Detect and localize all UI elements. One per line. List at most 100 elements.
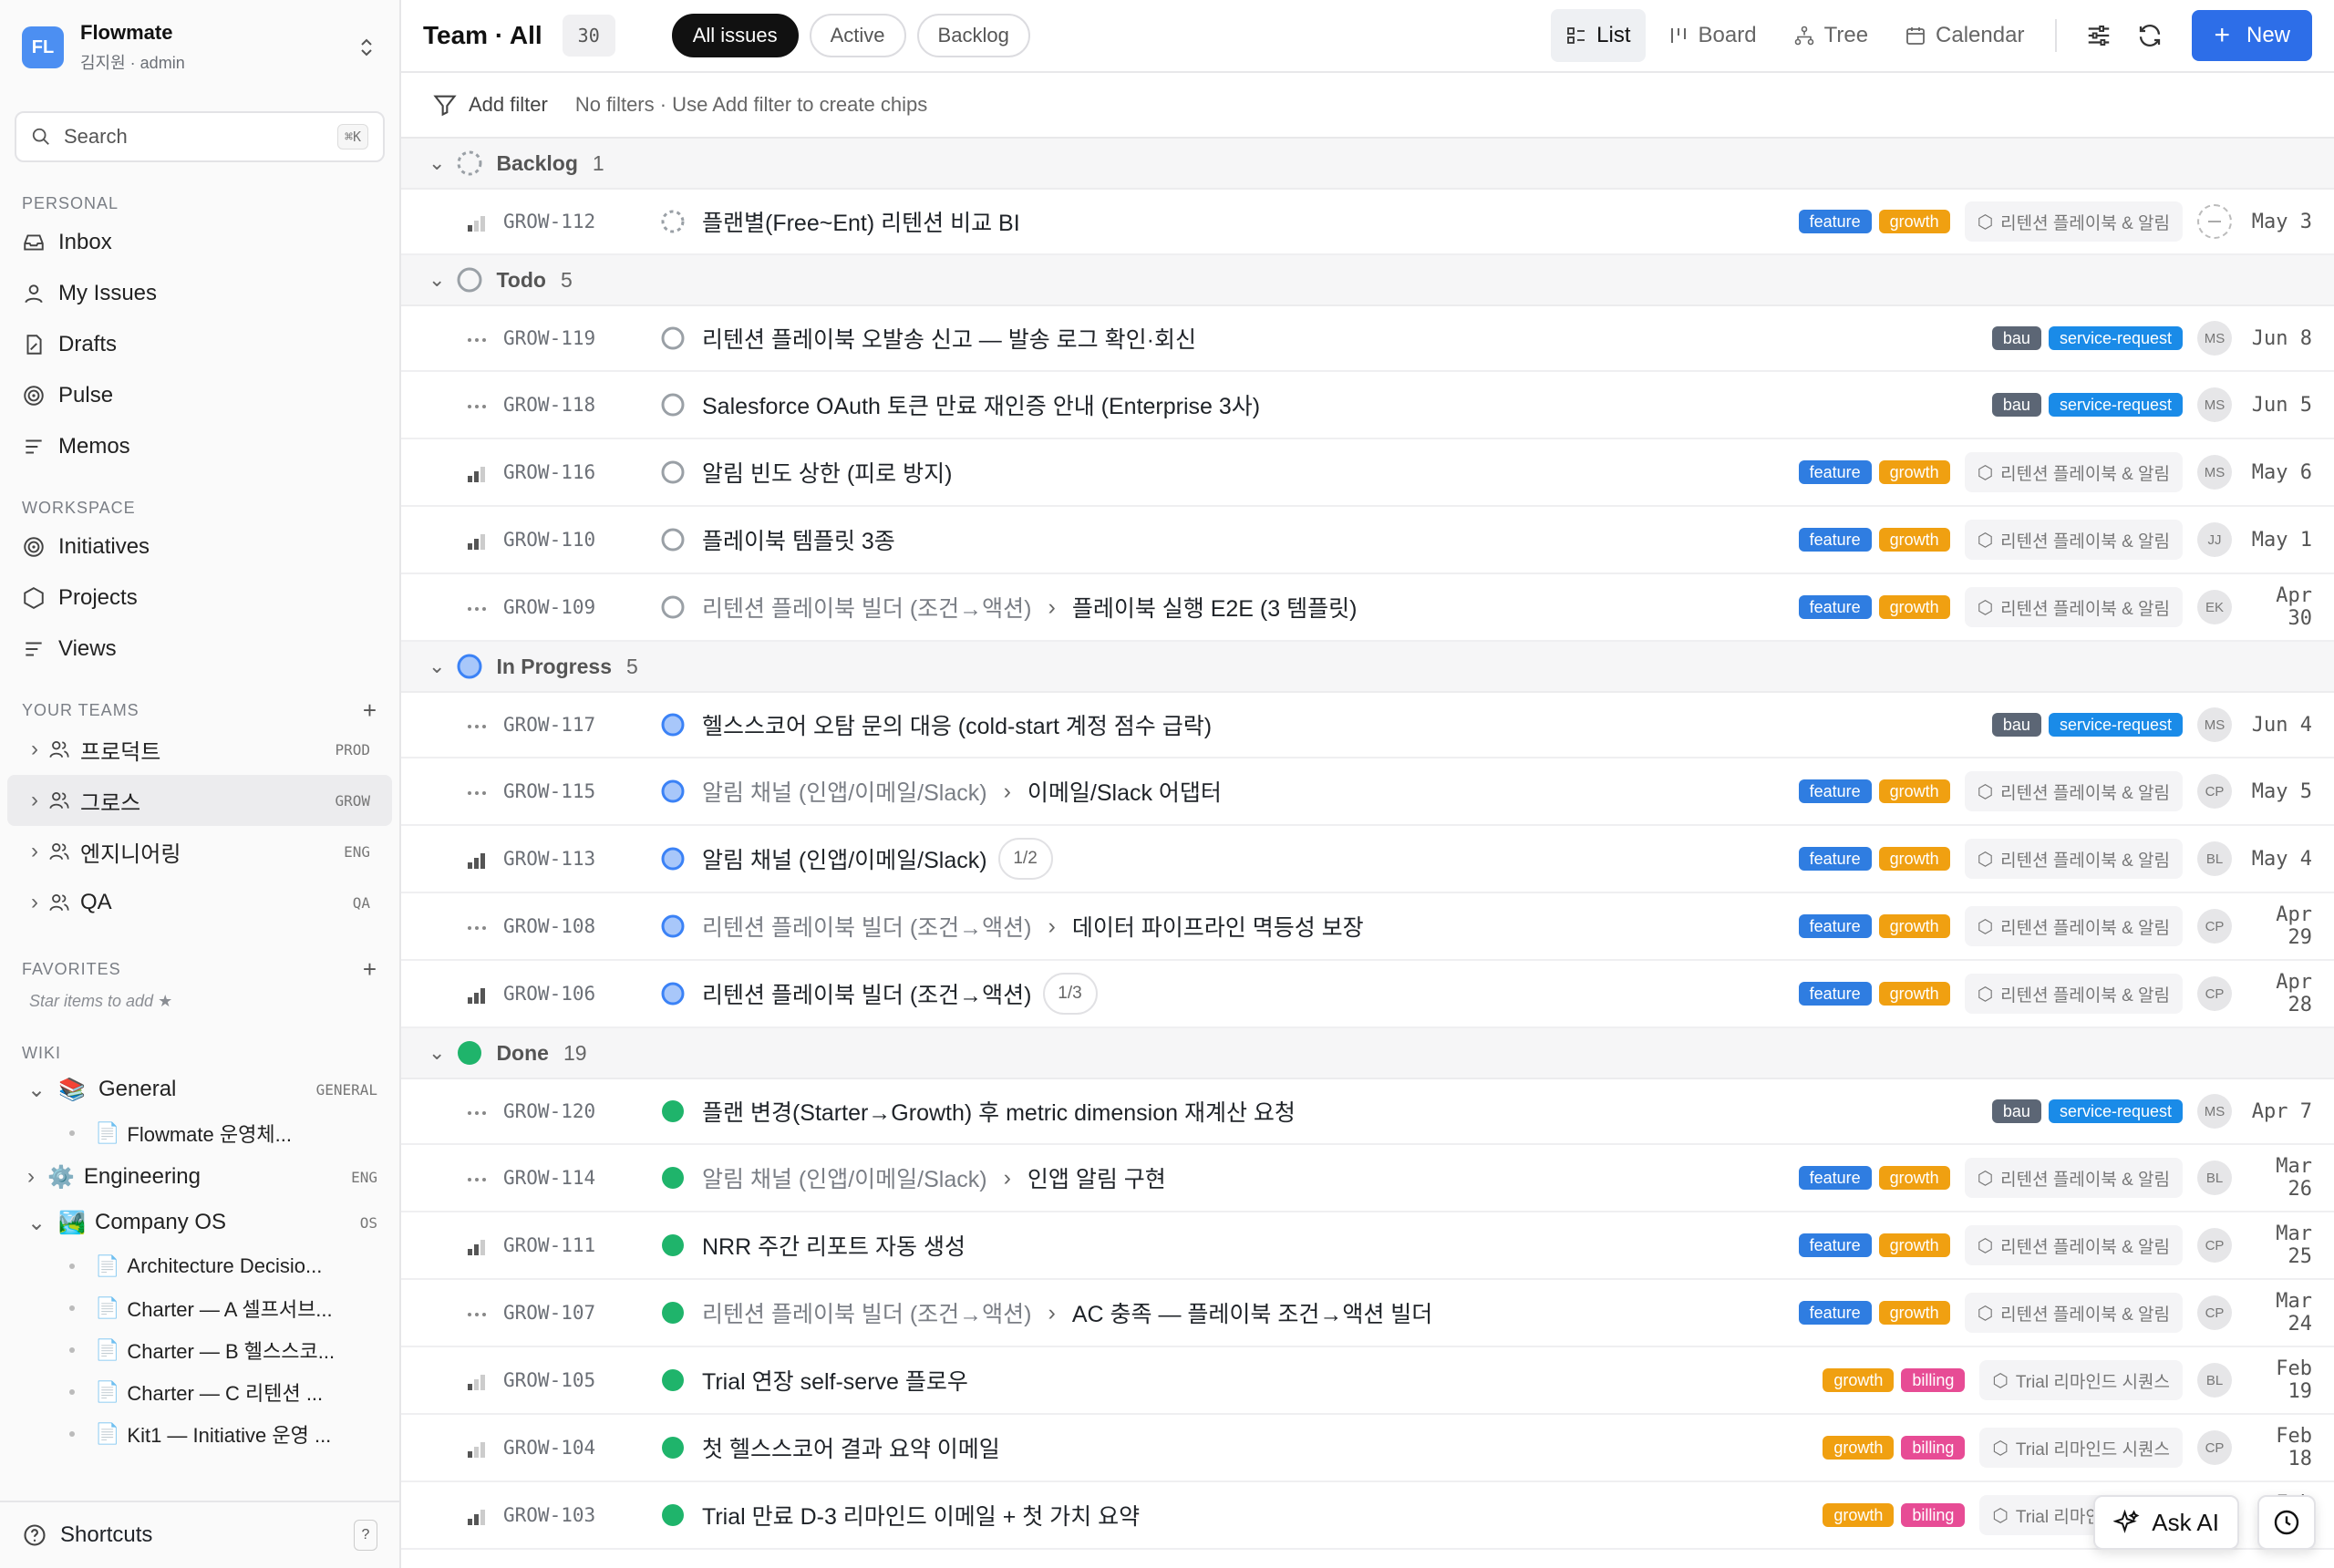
priority-icon[interactable]	[465, 396, 489, 414]
add-team-icon[interactable]: +	[363, 696, 377, 725]
status-icon[interactable]	[660, 1367, 686, 1393]
issue-row[interactable]: GROW-110 플레이북 템플릿 3종 feature growth ⬡ 리텐션 플레이…	[401, 507, 2334, 574]
priority-icon[interactable]	[465, 463, 489, 482]
label-badge[interactable]: bau	[1991, 326, 2041, 350]
label-badge[interactable]: growth	[1878, 210, 1950, 233]
label-badge[interactable]: growth	[1878, 460, 1950, 484]
priority-icon[interactable]	[465, 1169, 489, 1187]
chevron-right-icon[interactable]: ›	[31, 890, 38, 915]
priority-icon[interactable]	[465, 1506, 489, 1525]
assignee-avatar[interactable]: BL	[2197, 1363, 2232, 1398]
chevron-down-icon[interactable]: ⌄	[429, 151, 445, 175]
wiki-engineering[interactable]: › ⚙️ Engineering ENG	[0, 1154, 399, 1200]
status-icon[interactable]	[660, 1165, 686, 1191]
chip-all-issues[interactable]: All issues	[671, 14, 799, 57]
label-badge[interactable]: growth	[1878, 914, 1950, 938]
status-icon[interactable]	[660, 712, 686, 738]
issue-row[interactable]: GROW-117 헬스스코어 오탐 문의 대응 (cold-start 계정 점수…	[401, 693, 2334, 758]
priority-icon[interactable]	[465, 1371, 489, 1390]
sidebar-item-my-issues[interactable]: My Issues	[0, 268, 399, 319]
filter-icon[interactable]	[432, 92, 458, 118]
assignee-avatar[interactable]: CP	[2197, 1295, 2232, 1330]
sidebar-item-projects[interactable]: Projects	[0, 573, 399, 624]
label-badge[interactable]: feature	[1798, 1301, 1872, 1325]
project-chip[interactable]: ⬡ 리텐션 플레이북 & 알림	[1964, 201, 2183, 242]
chip-active[interactable]: Active	[809, 14, 906, 57]
priority-icon[interactable]	[465, 1304, 489, 1322]
label-badge[interactable]: growth	[1878, 1233, 1950, 1257]
workspace-switcher[interactable]: FL Flowmate 김지원 · admin	[0, 0, 399, 95]
sidebar-team-qa[interactable]: › QA QA	[7, 877, 392, 928]
label-badge[interactable]: feature	[1798, 1233, 1872, 1257]
sidebar-item-initiatives[interactable]: Initiatives	[0, 521, 399, 573]
wiki-page[interactable]: 📄 Charter — B 헬스스코...	[0, 1329, 399, 1371]
project-chip[interactable]: ⬡ 리텐션 플레이북 & 알림	[1964, 1158, 2183, 1198]
status-icon[interactable]	[660, 527, 686, 552]
group-header-in-progress[interactable]: ⌄ In Progress 5	[401, 642, 2334, 693]
label-badge[interactable]: feature	[1798, 779, 1872, 803]
wiki-page[interactable]: 📄 Charter — A 셀프서브...	[0, 1287, 399, 1329]
chevron-down-icon[interactable]: ⌄	[429, 655, 445, 678]
issue-row[interactable]: GROW-106 리텐션 플레이북 빌더 (조건→액션) 1/3 feature gro…	[401, 961, 2334, 1028]
sidebar-team-eng[interactable]: › 엔지니어링 ENG	[7, 826, 392, 877]
label-badge[interactable]: bau	[1991, 713, 2041, 737]
sidebar-item-memos[interactable]: Memos	[0, 421, 399, 472]
label-badge[interactable]: service-request	[2048, 713, 2183, 737]
project-chip[interactable]: ⬡ 리텐션 플레이북 & 알림	[1964, 587, 2183, 627]
label-badge[interactable]: feature	[1798, 528, 1872, 552]
label-badge[interactable]: feature	[1798, 595, 1872, 619]
label-badge[interactable]: feature	[1798, 1166, 1872, 1190]
group-header-todo[interactable]: ⌄ Todo 5	[401, 255, 2334, 306]
issue-row[interactable]: GROW-114 알림 채널 (인앱/이메일/Slack) › 인앱 알림 구현 fea…	[401, 1145, 2334, 1212]
chevron-down-icon[interactable]: ⌄	[429, 268, 445, 292]
group-header-done[interactable]: ⌄ Done 19	[401, 1028, 2334, 1079]
assignee-avatar[interactable]: CP	[2197, 774, 2232, 809]
status-icon[interactable]	[660, 594, 686, 620]
label-badge[interactable]: growth	[1878, 1166, 1950, 1190]
assignee-avatar[interactable]: BL	[2197, 1161, 2232, 1195]
issue-row[interactable]: GROW-104 첫 헬스스코어 결과 요약 이메일 growth billing ⬡ T…	[401, 1415, 2334, 1482]
label-badge[interactable]: growth	[1878, 528, 1950, 552]
project-chip[interactable]: ⬡ Trial 리마인드 시퀀스	[1979, 1428, 2183, 1468]
parent-issue-title[interactable]: 알림 채널 (인앱/이메일/Slack)	[702, 1161, 987, 1194]
priority-icon[interactable]	[465, 531, 489, 550]
sidebar-item-pulse[interactable]: Pulse	[0, 370, 399, 421]
wiki-page[interactable]: 📄 Flowmate 운영체...	[0, 1112, 399, 1154]
issue-row[interactable]: GROW-113 알림 채널 (인앱/이메일/Slack) 1/2 feature gr…	[401, 826, 2334, 893]
issue-row[interactable]: GROW-119 리텐션 플레이북 오발송 신고 — 발송 로그 확인·회신 bau…	[401, 306, 2334, 372]
label-badge[interactable]: feature	[1798, 914, 1872, 938]
priority-icon[interactable]	[465, 917, 489, 935]
priority-icon[interactable]	[465, 985, 489, 1004]
status-icon[interactable]	[660, 1099, 686, 1124]
label-badge[interactable]: billing	[1901, 1503, 1966, 1527]
project-chip[interactable]: ⬡ 리텐션 플레이북 & 알림	[1964, 906, 2183, 946]
assignee-avatar[interactable]: MS	[2197, 1094, 2232, 1129]
status-icon[interactable]	[660, 392, 686, 418]
assignee-avatar[interactable]: CP	[2197, 1430, 2232, 1465]
status-icon[interactable]	[660, 459, 686, 485]
wiki-page[interactable]: 📄 Charter — C 리텐션 ...	[0, 1371, 399, 1413]
status-icon[interactable]	[660, 1300, 686, 1326]
label-badge[interactable]: feature	[1798, 847, 1872, 871]
status-icon[interactable]	[660, 981, 686, 1006]
sidebar-item-views[interactable]: Views	[0, 624, 399, 675]
parent-issue-title[interactable]: 리텐션 플레이북 빌더 (조건→액션)	[702, 910, 1032, 943]
group-header-backlog[interactable]: ⌄ Backlog 1	[401, 139, 2334, 190]
ask-ai-button[interactable]: Ask AI	[2093, 1495, 2239, 1550]
project-chip[interactable]: ⬡ 리텐션 플레이북 & 알림	[1964, 1293, 2183, 1333]
project-chip[interactable]: ⬡ 리텐션 플레이북 & 알림	[1964, 839, 2183, 879]
status-icon[interactable]	[660, 1502, 686, 1528]
parent-issue-title[interactable]: 리텐션 플레이북 빌더 (조건→액션)	[702, 1296, 1032, 1329]
issue-row[interactable]: GROW-111 NRR 주간 리포트 자동 생성 feature growth ⬡ 리텐…	[401, 1212, 2334, 1280]
history-button[interactable]	[2257, 1495, 2316, 1550]
status-icon[interactable]	[660, 913, 686, 939]
chevron-right-icon[interactable]: ›	[31, 737, 38, 762]
project-chip[interactable]: ⬡ 리텐션 플레이북 & 알림	[1964, 771, 2183, 811]
label-badge[interactable]: feature	[1798, 982, 1872, 1006]
wiki-page[interactable]: 📄 Architecture Decisio...	[0, 1245, 399, 1287]
label-badge[interactable]: growth	[1878, 982, 1950, 1006]
chevron-right-icon[interactable]: ›	[31, 839, 38, 864]
assignee-avatar[interactable]: BL	[2197, 841, 2232, 876]
view-tree-button[interactable]: Tree	[1779, 9, 1883, 62]
chevron-down-icon[interactable]: ⌄	[429, 1041, 445, 1065]
